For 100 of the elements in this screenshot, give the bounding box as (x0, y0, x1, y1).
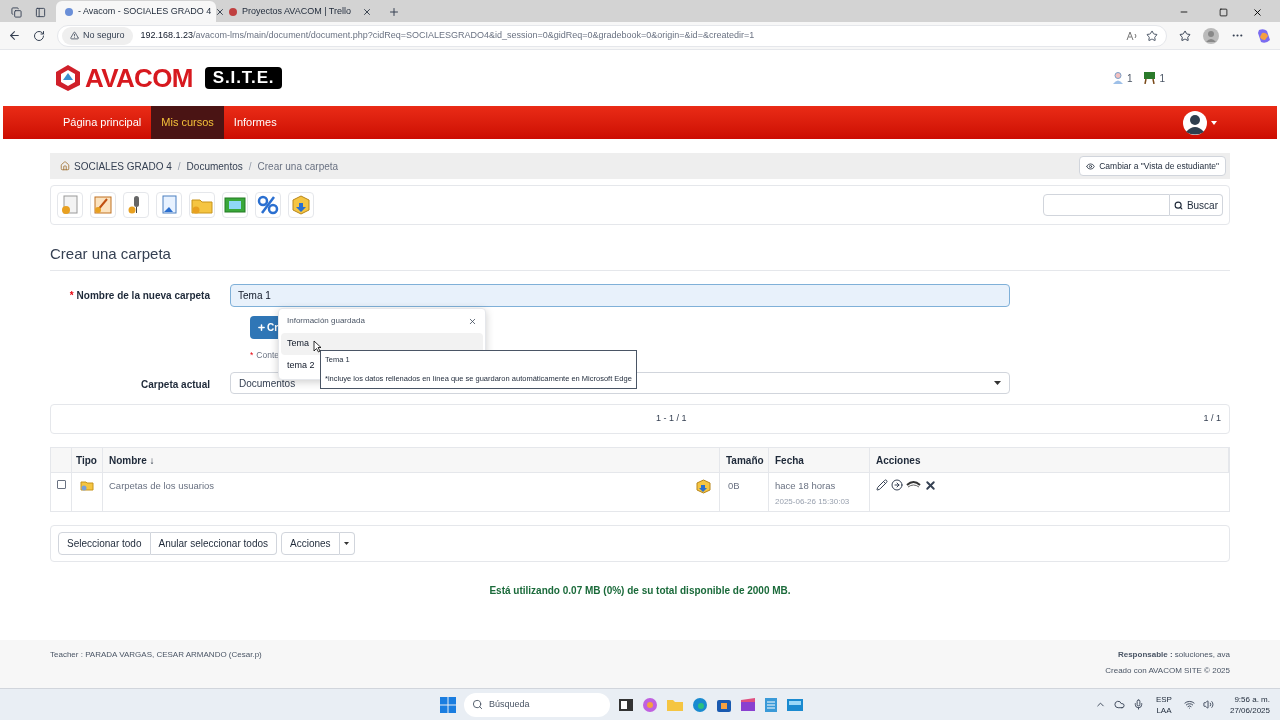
credit-text: Creado con AVACOM SITE © 2025 (1105, 665, 1230, 677)
tab-title: Proyectos AVACOM | Trello (242, 4, 353, 18)
logo-icon (55, 64, 81, 92)
logo-badge: S.I.T.E. (204, 67, 283, 89)
windows-start-icon (440, 696, 456, 713)
box-icon (696, 479, 711, 493)
app-icon (618, 696, 634, 713)
close-icon (215, 6, 226, 17)
wifi-icon (1183, 699, 1195, 710)
clock-date[interactable]: 27/06/2025 (1229, 704, 1270, 716)
picture-icon[interactable] (222, 192, 248, 218)
folder-name-link[interactable]: Carpetas de los usuarios (109, 479, 696, 511)
bulk-action-button[interactable]: Anular seleccionar todos (150, 532, 277, 555)
search-button[interactable]: Buscar (1169, 194, 1223, 216)
app-icon (642, 696, 658, 713)
breadcrumb-separator: / (248, 159, 252, 174)
field-label: Nombre de la nueva carpeta (76, 290, 210, 301)
image-edit-icon[interactable] (90, 192, 116, 218)
responsible-text: Responsable : soluciones, ava (1117, 649, 1230, 661)
url-text: 192.168.1.23/avacom-lms/main/document/document.php?cidReq=SOCIALESGRADO4&id_session=0&gidReq=0&gradebook=0&origin=&id=&createdir=1 (140, 28, 755, 42)
clock-time[interactable]: 9:56 a. m. (1234, 693, 1270, 705)
breadcrumb-link[interactable]: SOCIALES GRADO 4 (74, 158, 172, 174)
edit-icon (876, 479, 888, 491)
search-field[interactable] (1042, 194, 1170, 216)
caret-icon (994, 381, 1001, 385)
date-cell-text: hace 18 horas (775, 479, 836, 493)
page-count: 1 / 1 (1203, 412, 1221, 426)
cloud-icon (1113, 699, 1125, 710)
app-icon (740, 696, 756, 713)
breadcrumb-link[interactable]: Documentos (186, 158, 243, 174)
plus-icon (257, 323, 266, 332)
bulk-action-button[interactable]: Acciones (281, 532, 340, 555)
quota-message: Está utilizando 0.07 MB (0%) de su total disponible de 2000 MB. (489, 584, 791, 598)
site-icon (228, 6, 238, 17)
document-icon[interactable] (57, 192, 83, 218)
box-download-icon[interactable] (288, 192, 314, 218)
column-header: Tamaño (726, 453, 764, 468)
security-chip[interactable]: No seguro (62, 26, 133, 45)
close-icon (1251, 6, 1263, 18)
taskbar-search-field[interactable]: Búsqueda (464, 692, 610, 717)
favorite-star-icon (1146, 29, 1158, 42)
row-checkbox[interactable] (56, 480, 66, 489)
read-aloud-icon (1126, 30, 1138, 41)
notepad-icon (764, 696, 778, 713)
breadcrumb-separator: / (177, 159, 181, 174)
page-range: 1 - 1 / 1 (656, 412, 687, 426)
search-icon (472, 699, 483, 710)
teacher-text: Teacher : PARADA VARGAS, CESAR ARMANDO (Cesar.p) (50, 649, 262, 661)
column-header: Fecha (775, 453, 804, 468)
region-label[interactable]: LAA (1156, 704, 1172, 716)
site-icon (64, 6, 74, 17)
field-label: Carpeta actual (141, 379, 210, 390)
address-field[interactable]: No seguro 192.168.1.23/avacom-lms/main/document/document.php?cidReq=SOCIALESGRADO4&id_session=0&gidReq=0&gradebook=0&origin=&id=&createdir=1 (57, 24, 1167, 47)
eye-icon (1086, 161, 1096, 171)
caret-icon (344, 542, 350, 545)
nav-item[interactable]: Página principal (53, 106, 152, 139)
logo-text: AVACOM (85, 65, 193, 91)
restore-icon (1218, 7, 1228, 17)
user-icon (1112, 72, 1123, 84)
warning-icon (70, 31, 79, 40)
home-icon (60, 161, 70, 171)
folder-name-field[interactable]: Tema 1 (230, 284, 1010, 307)
volume-icon (1202, 699, 1214, 710)
nav-item[interactable]: Informes (223, 106, 287, 139)
reload-icon (33, 29, 45, 42)
profile-avatar-icon (1203, 27, 1219, 44)
close-icon (468, 316, 477, 326)
count-label: 1 (1159, 71, 1165, 86)
create-button[interactable]: Cr (250, 316, 278, 339)
user-avatar-icon (1183, 110, 1207, 135)
move-icon (891, 479, 903, 491)
popup-header: Información guardada (287, 315, 366, 327)
browser-icon (692, 696, 708, 713)
folder-icon[interactable] (189, 192, 215, 218)
required-mark: * (250, 348, 254, 362)
delete-icon (924, 479, 937, 492)
column-header: Acciones (876, 453, 921, 468)
size-cell: 0B (728, 480, 740, 491)
required-mark: * (69, 290, 74, 301)
hint-text: Conte (256, 348, 279, 362)
page-upload-icon[interactable] (156, 192, 182, 218)
browser-tab[interactable]: Proyectos AVACOM | Trello (220, 1, 380, 22)
timestamp-text: 2025-06-26 15:30:03 (775, 496, 850, 509)
close-icon (362, 6, 372, 17)
microphone-icon[interactable] (123, 192, 149, 218)
nav-item[interactable]: Mis cursos (151, 106, 224, 139)
count-label: 1 (1126, 71, 1133, 86)
microphone-icon (1132, 699, 1144, 710)
caret-icon (1211, 120, 1217, 125)
back-icon (8, 29, 21, 42)
bulk-action-button[interactable]: Seleccionar todo (58, 532, 151, 555)
column-header[interactable]: Nombre ↓ (109, 452, 155, 468)
search-icon (1173, 200, 1183, 210)
percent-icon[interactable] (255, 192, 281, 218)
column-header: Tipo (76, 453, 97, 468)
shared-folder-icon (80, 479, 94, 491)
chalkboard-icon (1144, 72, 1156, 84)
language-label[interactable]: ESP (1155, 693, 1172, 705)
app-icon (786, 696, 804, 713)
student-view-button[interactable]: Cambiar a "Vista de estudiante" (1079, 156, 1226, 176)
